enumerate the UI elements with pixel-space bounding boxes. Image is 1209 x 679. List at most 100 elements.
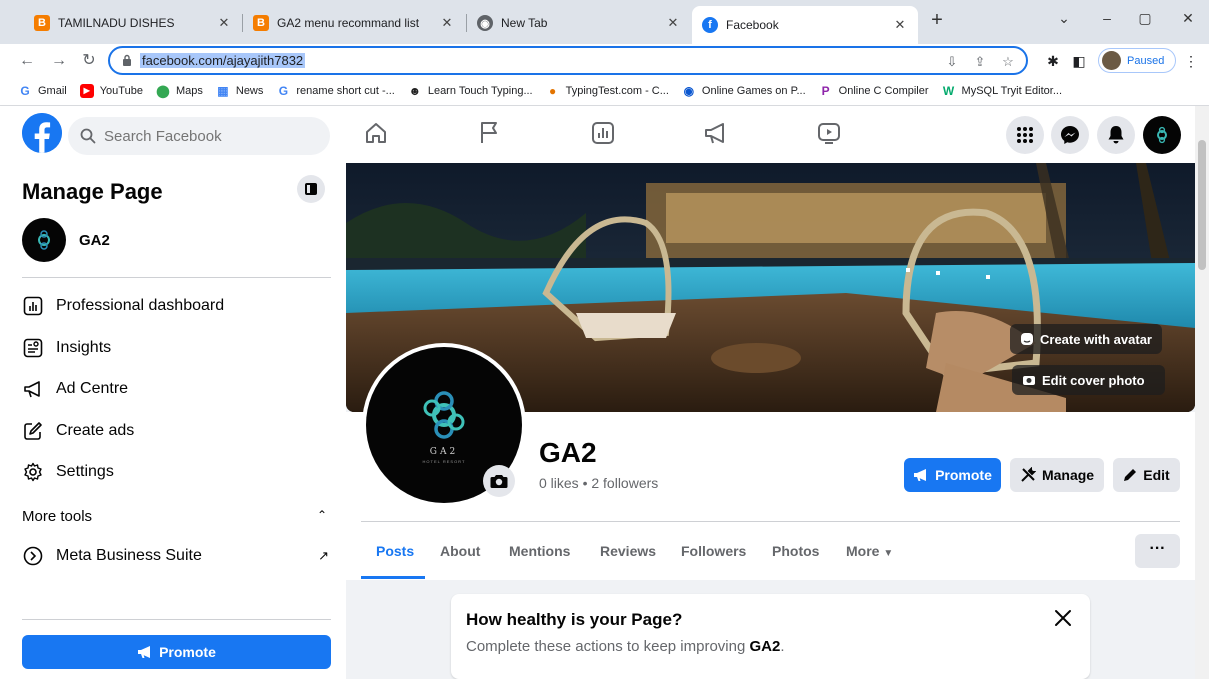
- logo-text: GA2: [429, 446, 459, 457]
- promote-button[interactable]: Promote: [904, 458, 1001, 492]
- profile-button[interactable]: Paused: [1098, 48, 1176, 73]
- sidebar-item-professional-dashboard[interactable]: Professional dashboard: [22, 288, 331, 324]
- bookmark-compiler[interactable]: P Online C Compiler: [819, 84, 929, 98]
- bookmark-news[interactable]: ▦ News: [216, 84, 264, 98]
- manage-button[interactable]: Manage: [1010, 458, 1104, 492]
- lock-icon: [123, 54, 131, 66]
- messenger-icon[interactable]: [1051, 116, 1089, 154]
- bookmark-games[interactable]: ◉ Online Games on P...: [682, 84, 806, 98]
- sidebar-item-settings[interactable]: Settings: [22, 454, 331, 490]
- bookmark-youtube[interactable]: ▶ YouTube: [79, 84, 143, 98]
- close-icon[interactable]: [1051, 606, 1075, 630]
- search-input[interactable]: [104, 127, 304, 145]
- edit-cover-photo-button[interactable]: Edit cover photo: [1012, 365, 1165, 395]
- browser-tab-bar: B TAMILNADU DISHES ✕ B GA2 menu recomman…: [0, 0, 1209, 44]
- external-link-icon: ↗: [318, 548, 329, 563]
- share-icon[interactable]: ⇪: [972, 54, 988, 70]
- sidebar-item-meta-business-suite[interactable]: Meta Business Suite ↗: [22, 538, 331, 574]
- tab-mentions[interactable]: Mentions: [509, 543, 570, 559]
- bookmark-typing[interactable]: ☻ Learn Touch Typing...: [408, 84, 533, 98]
- chrome-icon: ◉: [477, 15, 493, 31]
- back-icon[interactable]: ←: [16, 50, 38, 72]
- browser-tab[interactable]: B TAMILNADU DISHES ✕: [24, 8, 242, 38]
- close-icon[interactable]: ✕: [216, 15, 232, 31]
- typingtest-icon: ●: [548, 84, 557, 98]
- close-icon[interactable]: ✕: [665, 15, 681, 31]
- forward-icon[interactable]: →: [48, 50, 70, 72]
- close-icon[interactable]: ✕: [439, 15, 455, 31]
- page-stats[interactable]: 0 likes • 2 followers: [539, 475, 658, 491]
- page-identity[interactable]: GA2: [22, 218, 110, 262]
- bookmark-label: Maps: [175, 85, 203, 97]
- more-tools-toggle[interactable]: More tools ⌃: [22, 508, 331, 525]
- address-bar[interactable]: facebook.com/ajayajith7832 ⇩ ⇪ ☆: [108, 46, 1028, 75]
- minimize-icon[interactable]: –: [1097, 10, 1117, 26]
- bell-icon[interactable]: [1097, 116, 1135, 154]
- google-icon: G: [20, 84, 30, 98]
- video-icon[interactable]: [815, 119, 843, 147]
- tab-about[interactable]: About: [440, 543, 480, 559]
- menu-kebab-icon[interactable]: ⋮: [1182, 52, 1200, 70]
- tab-more[interactable]: More ▼: [846, 543, 893, 559]
- home-icon[interactable]: [362, 119, 390, 147]
- health-subtitle-page: GA2: [749, 638, 781, 655]
- blogger-icon: B: [34, 15, 50, 31]
- browser-tab[interactable]: ◉ New Tab ✕: [467, 8, 691, 38]
- install-icon[interactable]: ⇩: [944, 54, 960, 70]
- sidebar-promote-button[interactable]: Promote: [22, 635, 331, 669]
- ga2-logo-icon: [1157, 126, 1167, 144]
- url-text[interactable]: facebook.com/ajayajith7832: [140, 53, 306, 68]
- dashboard-icon[interactable]: [589, 119, 617, 147]
- active-tab-indicator: [361, 576, 425, 579]
- bookmark-maps[interactable]: ⬤ Maps: [156, 84, 203, 98]
- search-box[interactable]: [68, 117, 330, 155]
- tab-posts[interactable]: Posts: [376, 543, 414, 559]
- edit-button[interactable]: Edit: [1113, 458, 1180, 492]
- bookmark-mysql[interactable]: W MySQL Tryit Editor...: [942, 84, 1062, 98]
- tab-title: GA2 menu recommand list: [277, 16, 420, 30]
- more-options-button[interactable]: ···: [1135, 534, 1180, 568]
- tab-reviews[interactable]: Reviews: [600, 543, 656, 559]
- sidebar-item-ad-centre[interactable]: Ad Centre: [22, 371, 331, 407]
- bookmark-rename[interactable]: Grename short cut -...: [276, 84, 395, 98]
- divider: [22, 277, 331, 278]
- edit-profile-picture-button[interactable]: [483, 465, 515, 497]
- menu-grid-icon[interactable]: [1006, 116, 1044, 154]
- panel-toggle-icon: [305, 183, 317, 195]
- sidebar-item-insights[interactable]: Insights: [22, 330, 331, 366]
- restore-icon[interactable]: ▢: [1135, 10, 1155, 27]
- create-with-avatar-button[interactable]: Create with avatar: [1010, 324, 1162, 354]
- bookmark-gmail[interactable]: G Gmail: [18, 84, 66, 98]
- reload-icon[interactable]: ↻: [78, 50, 100, 72]
- facebook-logo-icon[interactable]: [22, 113, 62, 153]
- bookmark-star-icon[interactable]: ☆: [1000, 54, 1016, 70]
- sidebar-toggle-button[interactable]: [297, 175, 325, 203]
- side-panel-icon[interactable]: ◧: [1070, 52, 1088, 70]
- bookmark-label: News: [235, 85, 264, 97]
- sidebar-title: Manage Page: [22, 179, 163, 204]
- close-icon[interactable]: ✕: [892, 17, 908, 33]
- tab-photos[interactable]: Photos: [772, 543, 819, 559]
- flag-icon[interactable]: [475, 119, 503, 147]
- browser-tab-active[interactable]: f Facebook ✕: [692, 6, 918, 44]
- sidebar-item-label: Meta Business Suite: [56, 547, 202, 564]
- new-tab-button[interactable]: +: [926, 10, 948, 32]
- megaphone-icon[interactable]: [702, 119, 730, 147]
- typing-icon: ☻: [408, 84, 422, 98]
- tab-search-icon[interactable]: ⌄: [1054, 10, 1074, 27]
- tab-followers[interactable]: Followers: [681, 543, 746, 559]
- account-avatar[interactable]: [1143, 116, 1181, 154]
- edit-icon: [22, 420, 44, 442]
- sidebar-item-create-ads[interactable]: Create ads: [22, 413, 331, 449]
- browser-tab[interactable]: B GA2 menu recommand list ✕: [243, 8, 465, 38]
- page-title: GA2: [539, 437, 597, 468]
- sidebar-item-label: Insights: [56, 339, 112, 356]
- extensions-icon[interactable]: ✱: [1044, 52, 1062, 70]
- sidebar-item-label: Ad Centre: [56, 380, 129, 397]
- close-window-icon[interactable]: ✕: [1178, 10, 1198, 27]
- pencil-icon: [1123, 468, 1137, 482]
- scrollbar-thumb[interactable]: [1198, 140, 1206, 270]
- news-icon: ▦: [217, 84, 229, 98]
- bookmark-typingtest[interactable]: ● TypingTest.com - C...: [546, 84, 669, 98]
- page-scrollbar[interactable]: [1195, 106, 1209, 679]
